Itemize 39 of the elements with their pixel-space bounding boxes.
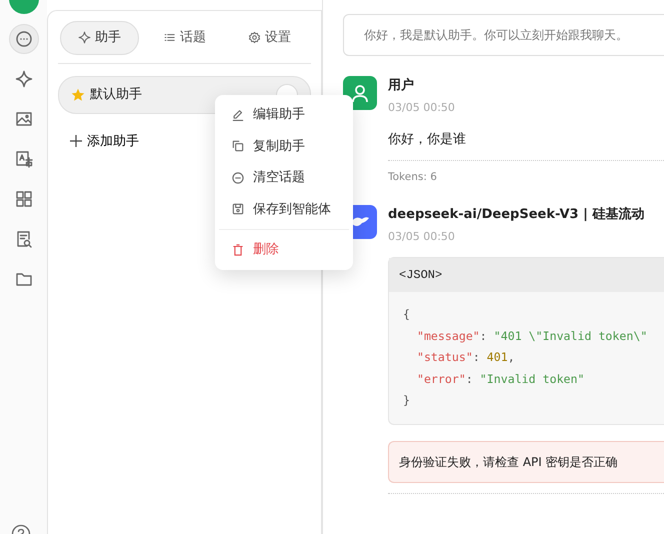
minus-circle-icon — [231, 170, 245, 185]
error-message: 身份验证失败，请检查 API 密钥是否正确 — [388, 440, 664, 483]
save-icon — [231, 202, 245, 216]
code-line: } — [403, 392, 411, 410]
tab[interactable]: 助手 — [60, 21, 139, 54]
code-line: "message": "401 \"Invalid token\" — [416, 328, 648, 345]
tab[interactable]: 话题 — [145, 21, 224, 54]
grid-icon — [14, 190, 32, 208]
menu-item[interactable]: 删除 — [219, 234, 349, 266]
copy-icon — [231, 139, 245, 154]
code-line: "status": 401, — [416, 349, 516, 366]
sparkle-icon — [78, 31, 91, 44]
message-time: 03/05 00:50 — [388, 100, 456, 116]
menu-item[interactable]: 清空话题 — [219, 162, 349, 194]
prompt-banner: 你好，我是默认助手。你可以立刻开始跟我聊天。 — [343, 14, 664, 56]
settings-icon — [248, 31, 261, 44]
message-time: 03/05 00:50 — [388, 228, 456, 245]
sender-name: 用户 — [388, 76, 415, 95]
chat-icon — [14, 30, 32, 48]
pencil-icon — [231, 108, 245, 122]
translate-icon — [14, 150, 32, 168]
menu-item[interactable]: 保存到智能体 — [219, 194, 349, 225]
plus-icon — [70, 135, 82, 148]
document-search-icon — [14, 230, 32, 248]
token-count: Tokens: 6 — [388, 170, 438, 184]
image-icon — [14, 110, 32, 128]
menu-item[interactable]: 复制助手 — [219, 130, 349, 162]
code-line: { — [403, 306, 411, 324]
assistant-name: 默认助手 — [90, 86, 142, 104]
star-icon — [71, 88, 85, 102]
sparkle-icon — [14, 70, 32, 88]
trash-icon — [231, 242, 245, 257]
code-line: "error": "Invalid token" — [416, 370, 586, 388]
tab[interactable]: 设置 — [230, 21, 309, 54]
chat-button[interactable] — [8, 24, 38, 54]
add-assistant-button[interactable]: 添加助手 — [58, 126, 151, 157]
message-text: 你好，你是谁 — [388, 131, 467, 149]
code-language: <JSON> — [389, 258, 664, 292]
sender-name: deepseek-ai/DeepSeek-V3 | 硅基流动 — [388, 206, 646, 224]
